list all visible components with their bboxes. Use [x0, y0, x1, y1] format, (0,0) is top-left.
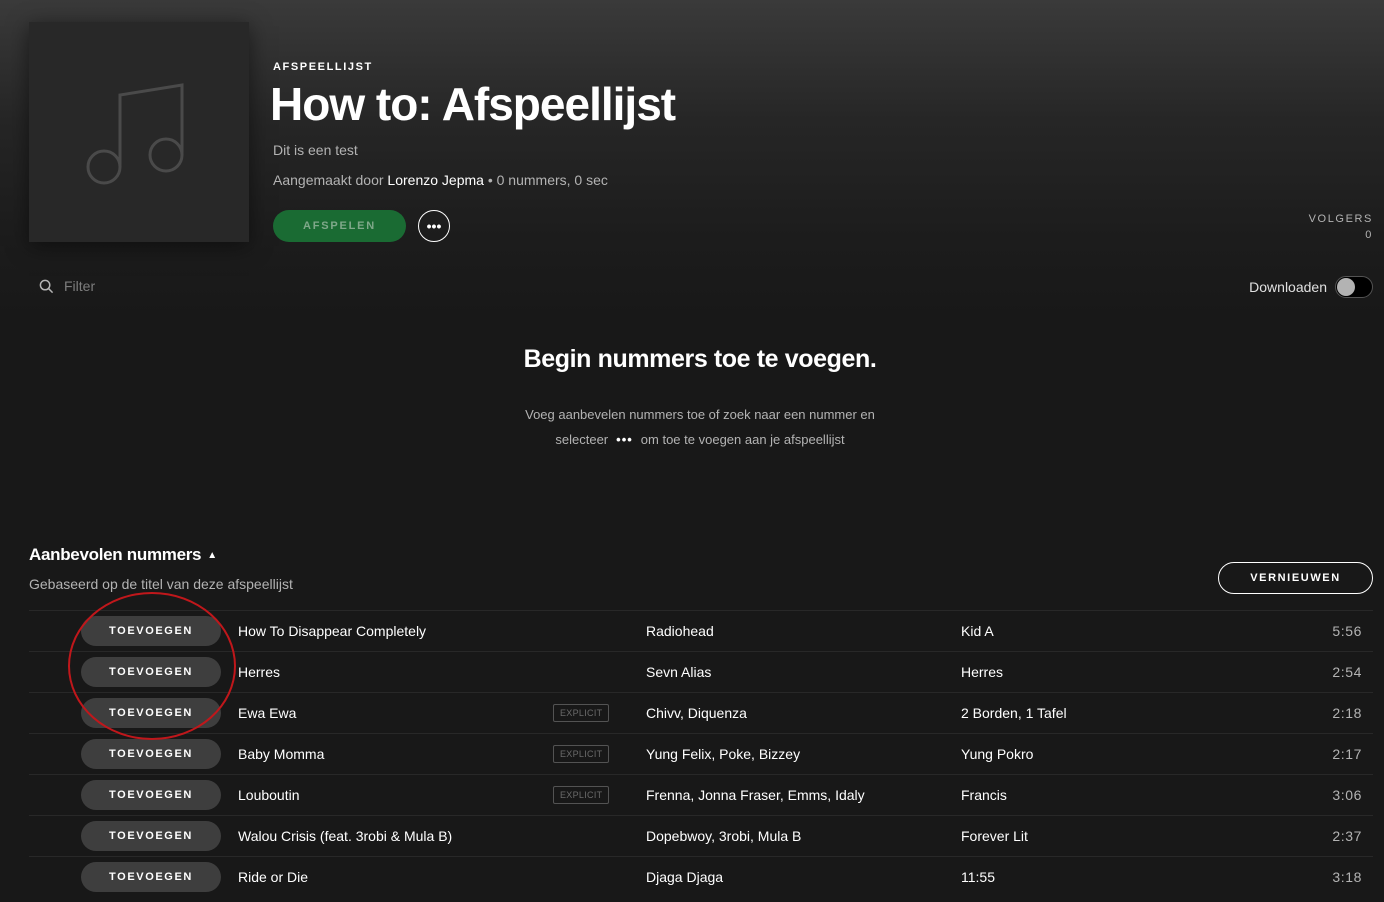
- empty-state-title: Begin nummers toe te voegen.: [523, 345, 877, 373]
- track-row[interactable]: TOEVOEGEN Walou Crisis (feat. 3robi & Mul…: [29, 815, 1373, 856]
- add-button[interactable]: TOEVOEGEN: [81, 780, 221, 810]
- caret-up-icon: ▲: [207, 549, 217, 561]
- track-title: Walou Crisis (feat. 3robi & Mula B): [238, 828, 453, 844]
- search-icon: [39, 279, 54, 293]
- track-title: Ewa Ewa: [238, 705, 297, 721]
- track-album[interactable]: Forever Lit: [961, 816, 1028, 856]
- playlist-meta: Aangemaakt door Lorenzo Jepma • 0 nummer…: [273, 172, 608, 188]
- track-artist[interactable]: Dopebwoy, 3robi, Mula B: [646, 816, 801, 856]
- playlist-page: AFSPEELLIJST How to: Afspeellijst Dit is…: [0, 0, 1384, 902]
- track-artist[interactable]: Chivv, Diquenza: [646, 693, 747, 733]
- track-title: Ride or Die: [238, 869, 309, 885]
- track-duration: 5:56: [1332, 623, 1362, 639]
- track-row[interactable]: TOEVOEGEN How To Disappear Completely Radi…: [29, 610, 1373, 651]
- track-duration: 2:54: [1332, 664, 1362, 680]
- track-title: Herres: [238, 664, 281, 680]
- filter-placeholder: Filter: [64, 278, 96, 294]
- more-dots-icon: •••: [616, 432, 633, 447]
- playlist-type-label: AFSPEELLIJST: [273, 61, 373, 73]
- toggle-knob: [1337, 278, 1355, 296]
- created-by-label: Aangemaakt door: [273, 172, 384, 188]
- add-button[interactable]: TOEVOEGEN: [81, 657, 221, 687]
- track-album[interactable]: Yung Pokro: [961, 734, 1033, 774]
- more-icon: •••: [426, 218, 442, 234]
- track-artist[interactable]: Yung Felix, Poke, Bizzey: [646, 734, 800, 774]
- track-album[interactable]: Kid A: [961, 611, 994, 651]
- track-duration: 2:17: [1332, 746, 1362, 762]
- track-title: Baby Momma: [238, 746, 325, 762]
- empty-state-line2: selecteer ••• om toe te voegen aan je afsp…: [0, 427, 1384, 452]
- add-button[interactable]: TOEVOEGEN: [81, 698, 221, 728]
- download-toggle[interactable]: [1335, 276, 1373, 298]
- followers: VOLGERS 0: [1309, 211, 1373, 243]
- track-album[interactable]: Herres: [961, 652, 1003, 692]
- track-row[interactable]: TOEVOEGEN Ride or Die Djaga Djaga 11:55 3:18: [29, 856, 1373, 897]
- playlist-cover: [29, 22, 249, 242]
- download-control: Downloaden: [1249, 276, 1373, 298]
- recommended-header[interactable]: Aanbevolen nummers ▲: [29, 545, 217, 565]
- track-artist[interactable]: Frenna, Jonna Fraser, Emms, Idaly: [646, 775, 865, 815]
- track-row[interactable]: TOEVOEGEN Louboutin EXPLICIT Frenna, Jonna …: [29, 774, 1373, 815]
- empty-state-line2-before: selecteer: [555, 432, 609, 447]
- track-album[interactable]: 2 Borden, 1 Tafel: [961, 693, 1067, 733]
- playlist-stats: • 0 nummers, 0 sec: [487, 172, 608, 188]
- filter-field[interactable]: Filter: [39, 278, 95, 294]
- explicit-badge: EXPLICIT: [553, 704, 610, 722]
- add-button[interactable]: TOEVOEGEN: [81, 616, 221, 646]
- track-duration: 3:18: [1332, 869, 1362, 885]
- track-duration: 2:18: [1332, 705, 1362, 721]
- play-button[interactable]: AFSPELEN: [273, 210, 406, 242]
- track-album[interactable]: 11:55: [961, 857, 995, 897]
- more-options-button[interactable]: •••: [418, 210, 450, 242]
- track-artist[interactable]: Sevn Alias: [646, 652, 711, 692]
- track-title: Louboutin: [238, 787, 300, 803]
- add-button[interactable]: TOEVOEGEN: [81, 739, 221, 769]
- explicit-badge: EXPLICIT: [553, 786, 610, 804]
- recommended-title: Aanbevolen nummers: [29, 545, 202, 564]
- followers-label: VOLGERS: [1308, 213, 1373, 225]
- track-row[interactable]: TOEVOEGEN Herres Sevn Alias Herres 2:54: [29, 651, 1373, 692]
- track-row[interactable]: TOEVOEGEN Baby Momma EXPLICIT Yung Felix, P…: [29, 733, 1373, 774]
- empty-state-text: Voeg aanbevelen nummers toe of zoek naar…: [0, 402, 1384, 452]
- track-title: How To Disappear Completely: [238, 623, 427, 639]
- track-artist[interactable]: Radiohead: [646, 611, 714, 651]
- empty-state-line2-after: om toe te voegen aan je afspeellijst: [640, 432, 845, 447]
- add-button[interactable]: TOEVOEGEN: [81, 821, 221, 851]
- add-button[interactable]: TOEVOEGEN: [81, 862, 221, 892]
- music-note-icon: [86, 83, 184, 185]
- track-row[interactable]: TOEVOEGEN Ewa Ewa EXPLICIT Chivv, Diquenza 2…: [29, 692, 1373, 733]
- refresh-button[interactable]: VERNIEUWEN: [1218, 562, 1373, 594]
- track-duration: 3:06: [1332, 787, 1362, 803]
- track-artist[interactable]: Djaga Djaga: [646, 857, 723, 897]
- page-title: How to: Afspeellijst: [270, 78, 676, 130]
- followers-count: 0: [1365, 229, 1373, 241]
- explicit-badge: EXPLICIT: [553, 745, 610, 763]
- download-label: Downloaden: [1249, 279, 1327, 295]
- track-album[interactable]: Francis: [961, 775, 1007, 815]
- recommended-subtitle: Gebaseerd op de titel van deze afspeelli…: [29, 576, 293, 592]
- recommended-track-list: TOEVOEGEN How To Disappear Completely Radi…: [29, 610, 1373, 897]
- playlist-description: Dit is een test: [273, 142, 358, 158]
- owner-link[interactable]: Lorenzo Jepma: [387, 172, 484, 188]
- track-duration: 2:37: [1332, 828, 1362, 844]
- empty-state-line1: Voeg aanbevelen nummers toe of zoek naar…: [525, 407, 875, 422]
